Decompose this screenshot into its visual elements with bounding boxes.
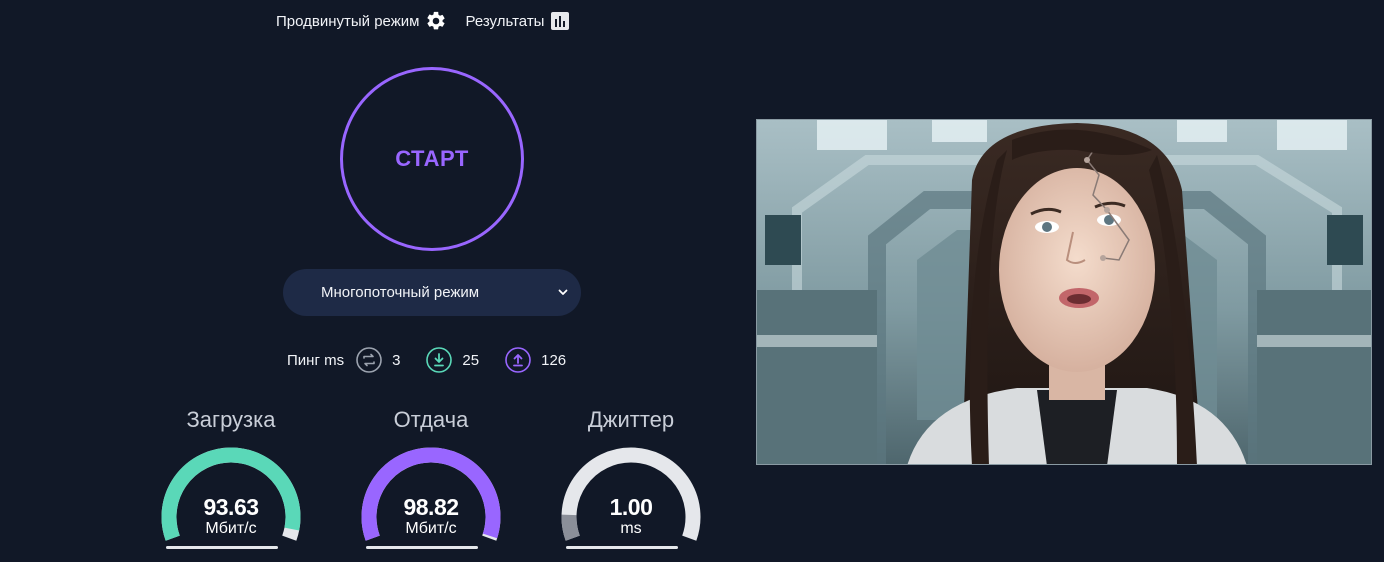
bar-chart-icon	[551, 12, 570, 30]
download-gauge: Загрузка 93.63 Мбит/с	[151, 405, 311, 562]
ping-label: Пинг ms	[287, 351, 345, 369]
gauge-baseline	[566, 546, 678, 549]
start-button[interactable]: СТАРТ	[340, 67, 524, 251]
gauge-unit: Мбит/с	[205, 520, 257, 537]
chevron-down-icon	[558, 289, 568, 295]
gauge-unit: ms	[620, 520, 642, 537]
mode-select-value: Многопоточный режим	[321, 284, 480, 301]
repeat-icon	[356, 347, 382, 373]
advanced-mode-link[interactable]: Продвинутый режим	[276, 10, 447, 32]
avatar-video-frame	[757, 120, 1371, 464]
gauge-title: Джиттер	[587, 407, 675, 432]
jitter-gauge: Джиттер 1.00 ms	[551, 405, 711, 562]
download-icon	[426, 347, 453, 373]
upload-gauge: Отдача 98.82 Мбит/с	[351, 405, 511, 562]
results-link[interactable]: Результаты	[465, 11, 570, 31]
gauge-unit: Мбит/с	[405, 520, 457, 537]
ping-row: Пинг ms 3 25 126	[287, 347, 592, 373]
gauge-value: 98.82	[403, 494, 459, 520]
top-navigation: Продвинутый режим Результаты	[276, 10, 570, 32]
ping-download-value: 25	[462, 351, 480, 369]
gauge-title: Загрузка	[186, 407, 276, 432]
gauge-value: 1.00	[609, 494, 653, 520]
gauge-baseline	[166, 546, 278, 549]
start-button-label: СТАРТ	[395, 146, 469, 171]
ping-upload-value: 126	[541, 351, 567, 369]
advanced-mode-label: Продвинутый режим	[276, 12, 420, 30]
gauge-value: 93.63	[203, 494, 259, 520]
results-label: Результаты	[465, 12, 545, 30]
gauge-title: Отдача	[393, 407, 469, 432]
video-player[interactable]	[756, 119, 1372, 465]
mode-select[interactable]: Многопоточный режим	[283, 269, 581, 316]
gauge-baseline	[366, 546, 478, 549]
ping-idle-value: 3	[392, 351, 401, 369]
upload-icon	[505, 347, 531, 373]
gear-icon	[427, 11, 446, 30]
